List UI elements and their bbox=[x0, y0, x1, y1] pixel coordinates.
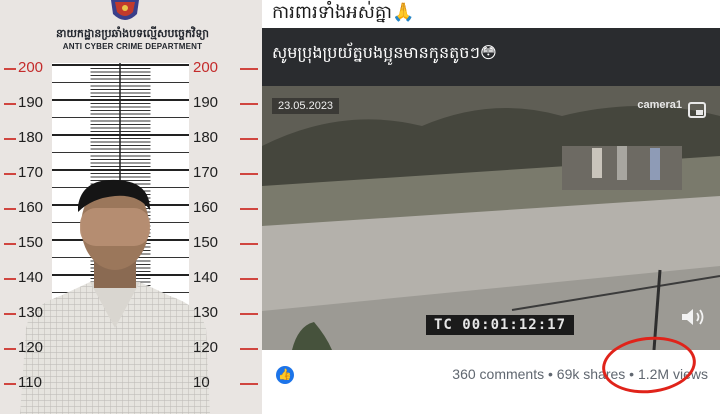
video-card[interactable]: សូមប្រុងប្រយ័ត្នបងប្អូនមានកូនតូចៗ😳 23.05… bbox=[262, 28, 720, 350]
speaker-icon[interactable] bbox=[680, 306, 706, 328]
ruler-red-mark bbox=[240, 383, 258, 385]
department-name-english: ANTI CYBER CRIME DEPARTMENT bbox=[62, 42, 203, 51]
height-label-right: 190 bbox=[193, 94, 219, 111]
video-card-title: សូមប្រុងប្រយ័ត្នបងប្អូនមានកូនតូចៗ😳 bbox=[272, 43, 497, 62]
ruler-red-mark bbox=[240, 208, 258, 210]
camera-label: camera1 bbox=[637, 99, 682, 111]
height-label-right: 170 bbox=[193, 164, 219, 181]
height-label-left: 160 bbox=[18, 199, 44, 216]
ruler-red-mark bbox=[4, 68, 16, 70]
comments-count[interactable]: 360 comments bbox=[452, 366, 544, 382]
picture-in-picture-icon[interactable] bbox=[688, 102, 706, 118]
like-icon[interactable]: 👍 bbox=[276, 366, 294, 384]
height-label-left: 120 bbox=[18, 339, 44, 356]
height-label-right: 150 bbox=[193, 234, 219, 251]
height-label-left: 150 bbox=[18, 234, 44, 251]
social-post: ការពារទាំងអស់គ្នា🙏 សូមប្រុងប្រយ័ត្នបងប្អ… bbox=[262, 0, 720, 414]
height-label-right: 200 bbox=[193, 59, 219, 76]
department-name-khmer: នាយកដ្ឋានប្រឆាំងបទល្មើសបច្ចេកវិទ្យា bbox=[55, 27, 210, 40]
height-label-right: 120 bbox=[193, 339, 219, 356]
ruler-red-mark bbox=[240, 68, 258, 70]
ruler-red-mark bbox=[240, 138, 258, 140]
mugshot-panel: នាយកដ្ឋានប្រឆាំងបទល្មើសបច្ចេកវិទ្យា ANTI… bbox=[0, 0, 262, 414]
ruler-red-mark bbox=[240, 243, 258, 245]
police-badge-icon bbox=[111, 0, 139, 20]
cctv-video-frame[interactable] bbox=[262, 86, 720, 350]
ruler-red-mark bbox=[4, 103, 16, 105]
height-label-right: 130 bbox=[193, 304, 219, 321]
height-label-left: 110 bbox=[18, 374, 42, 391]
post-caption: ការពារទាំងអស់គ្នា🙏 bbox=[272, 2, 415, 23]
ruler-red-mark bbox=[4, 243, 16, 245]
video-timecode: TC 00:01:12:17 bbox=[426, 315, 575, 335]
video-date-stamp: 23.05.2023 bbox=[272, 98, 340, 114]
ruler-red-mark bbox=[240, 313, 258, 315]
ruler-red-mark bbox=[4, 173, 16, 175]
height-label-left: 140 bbox=[18, 269, 44, 286]
ruler-red-mark bbox=[240, 348, 258, 350]
ruler-red-mark bbox=[4, 348, 16, 350]
height-label-left: 190 bbox=[18, 94, 44, 111]
ruler-red-mark bbox=[240, 103, 258, 105]
height-label-right: 140 bbox=[193, 269, 219, 286]
ruler-red-mark bbox=[240, 278, 258, 280]
height-label-left: 170 bbox=[18, 164, 44, 181]
ruler-red-mark bbox=[4, 278, 16, 280]
stats-separator: • bbox=[544, 366, 557, 382]
ruler-red-mark bbox=[4, 208, 16, 210]
height-label-right: 180 bbox=[193, 129, 219, 146]
ruler-red-mark bbox=[4, 138, 16, 140]
height-label-left: 130 bbox=[18, 304, 44, 321]
ruler-red-mark bbox=[4, 313, 16, 315]
ruler-red-mark bbox=[4, 383, 16, 385]
height-label-right: 160 bbox=[193, 199, 219, 216]
ruler-red-mark bbox=[240, 173, 258, 175]
height-label-left: 180 bbox=[18, 129, 44, 146]
height-label-right: 10 bbox=[193, 374, 210, 391]
height-label-left: 200 bbox=[18, 59, 44, 76]
